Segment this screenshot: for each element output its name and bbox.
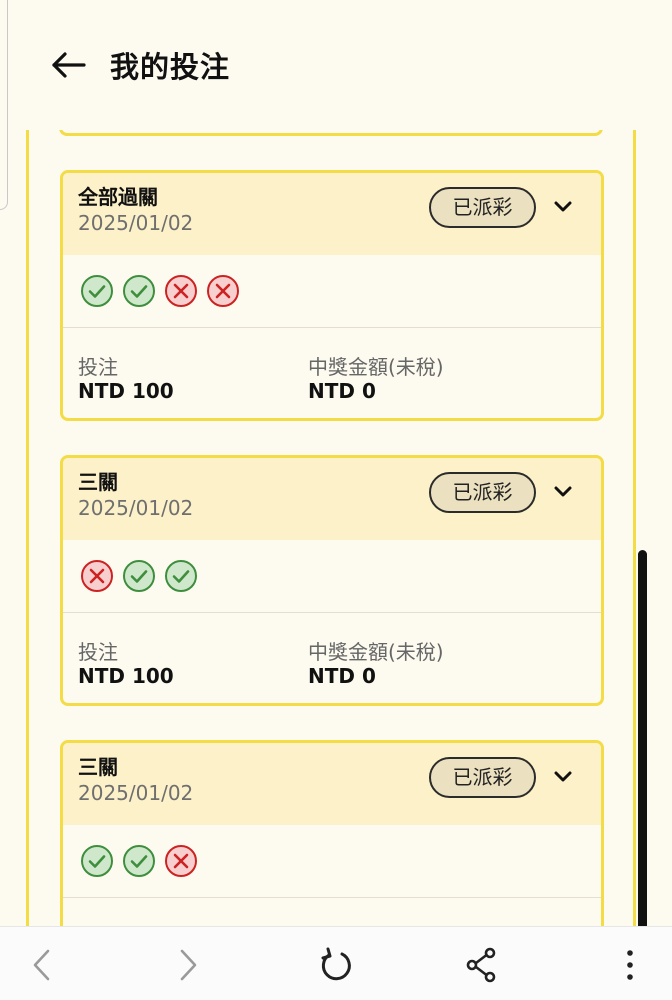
cross-circle-icon: [165, 275, 197, 307]
bet-summary: 投注 NTD 100 中獎金額(未稅) NTD 0: [63, 613, 601, 703]
check-circle-icon: [81, 275, 113, 307]
check-circle-icon: [123, 275, 155, 307]
chevron-down-icon[interactable]: [554, 201, 572, 213]
status-badge: 已派彩: [429, 757, 536, 798]
bet-summary: 投注 NTD 100 中獎金額(未稅) NTD 0: [63, 328, 601, 418]
stake-value: NTD 100: [78, 379, 174, 403]
bet-card[interactable]: 三關 2025/01/02 已派彩: [60, 740, 604, 930]
side-panel-edge: [0, 0, 8, 210]
stake-label: 投注: [78, 640, 118, 664]
leg-results: [63, 255, 601, 328]
bet-card-header[interactable]: 三關 2025/01/02 已派彩: [63, 743, 601, 825]
chevron-right-icon[interactable]: [168, 945, 208, 985]
cross-circle-icon: [165, 845, 197, 877]
check-circle-icon: [81, 845, 113, 877]
check-circle-icon: [123, 845, 155, 877]
scrollbar[interactable]: [638, 550, 647, 930]
arrow-left-icon[interactable]: [50, 50, 86, 80]
bet-card[interactable]: 全部過關 2025/01/02 已派彩 投注 NTD 100 中獎金額(未稅) …: [60, 170, 604, 421]
leg-results: [63, 540, 601, 613]
chevron-down-icon[interactable]: [554, 771, 572, 783]
bet-card-header[interactable]: 三關 2025/01/02 已派彩: [63, 458, 601, 540]
reload-icon[interactable]: [316, 945, 356, 985]
more-vertical-icon[interactable]: [610, 945, 650, 985]
page-title: 我的投注: [110, 50, 231, 84]
page: 我的投注 全部過關 2025/01/02 已派彩 投注 NTD 100 中獎金額…: [0, 0, 672, 1000]
bet-card[interactable]: 三關 2025/01/02 已派彩 投注 NTD 100 中獎金額(未稅) NT…: [60, 455, 604, 706]
browser-navbar: [0, 926, 672, 1000]
bet-card-header[interactable]: 全部過關 2025/01/02 已派彩: [63, 173, 601, 255]
share-icon[interactable]: [462, 945, 502, 985]
check-circle-icon: [123, 560, 155, 592]
payout-label: 中獎金額(未稅): [308, 355, 444, 379]
cross-circle-icon: [207, 275, 239, 307]
chevron-left-icon[interactable]: [22, 945, 62, 985]
stake-value: NTD 100: [78, 664, 174, 688]
previous-card-edge: [59, 130, 603, 136]
payout-value: NTD 0: [308, 664, 376, 688]
cross-circle-icon: [81, 560, 113, 592]
payout-label: 中獎金額(未稅): [308, 640, 444, 664]
chevron-down-icon[interactable]: [554, 486, 572, 498]
leg-results: [63, 825, 601, 898]
status-badge: 已派彩: [429, 472, 536, 513]
status-badge: 已派彩: [429, 187, 536, 228]
payout-value: NTD 0: [308, 379, 376, 403]
check-circle-icon: [165, 560, 197, 592]
app-header: 我的投注: [0, 0, 672, 130]
stake-label: 投注: [78, 355, 118, 379]
bet-list: 全部過關 2025/01/02 已派彩 投注 NTD 100 中獎金額(未稅) …: [26, 130, 636, 930]
